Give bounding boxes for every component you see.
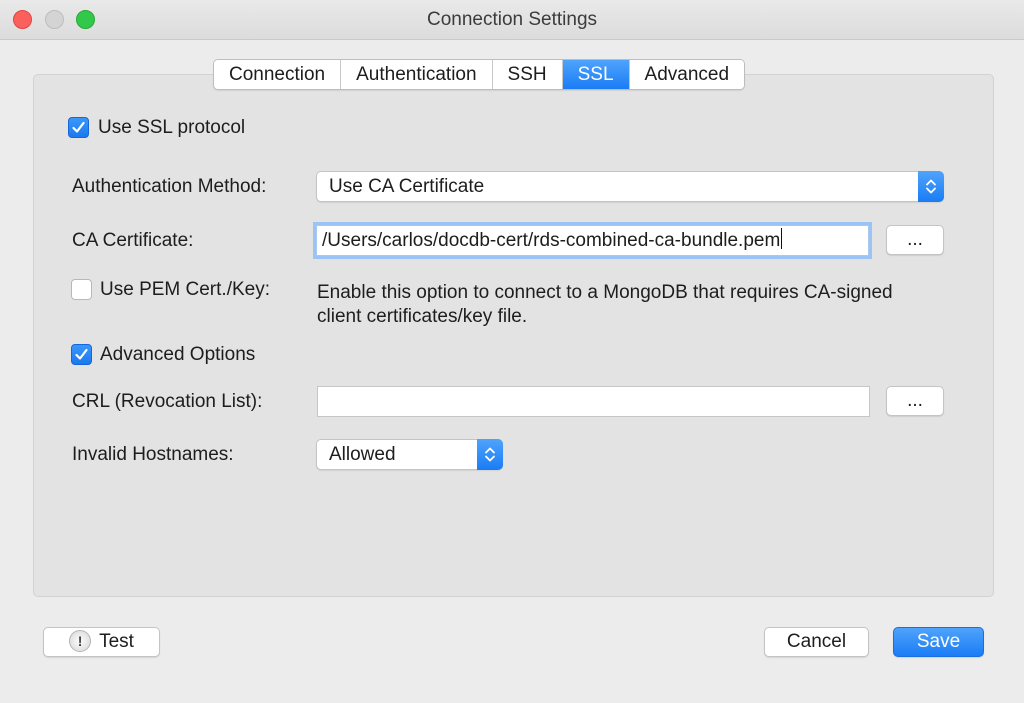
- ssl-panel: [33, 74, 994, 597]
- checkmark-icon: [75, 348, 88, 360]
- auth-method-value: Use CA Certificate: [329, 176, 485, 197]
- advanced-options-checkbox[interactable]: [71, 344, 92, 365]
- tab-advanced[interactable]: Advanced: [629, 60, 745, 89]
- test-button-label: Test: [99, 631, 134, 652]
- window-title: Connection Settings: [426, 9, 598, 30]
- warning-icon: !: [69, 630, 92, 652]
- use-ssl-label[interactable]: Use SSL protocol: [98, 117, 245, 139]
- tab-ssl[interactable]: SSL: [562, 60, 630, 89]
- invalid-hostnames-label: Invalid Hostnames:: [72, 444, 234, 465]
- test-button[interactable]: ! Test: [43, 627, 160, 657]
- auth-method-label: Authentication Method:: [72, 176, 267, 197]
- crl-browse-button[interactable]: ...: [886, 386, 944, 416]
- save-button[interactable]: Save: [893, 627, 984, 657]
- select-arrows-icon: [918, 171, 944, 202]
- crl-label: CRL (Revocation List):: [72, 391, 263, 412]
- use-pem-checkbox[interactable]: [71, 279, 92, 300]
- text-caret: [781, 228, 783, 249]
- invalid-hostnames-select[interactable]: Allowed: [316, 439, 503, 470]
- title-bar[interactable]: Connection Settings: [0, 0, 1024, 40]
- invalid-hostnames-value: Allowed: [329, 444, 396, 465]
- use-ssl-checkbox[interactable]: [68, 117, 89, 138]
- tab-ssh[interactable]: SSH: [492, 60, 563, 89]
- use-pem-description: Enable this option to connect to a Mongo…: [317, 282, 893, 327]
- crl-input[interactable]: [317, 386, 870, 417]
- ca-certificate-input[interactable]: /Users/carlos/docdb-cert/rds-combined-ca…: [316, 225, 869, 256]
- select-arrows-icon: [477, 439, 503, 470]
- use-pem-label[interactable]: Use PEM Cert./Key:: [100, 279, 270, 301]
- connection-settings-window: Connection Settings Connection Authentic…: [0, 0, 1024, 703]
- ca-certificate-label: CA Certificate:: [72, 230, 194, 251]
- tab-bar: Connection Authentication SSH SSL Advanc…: [213, 59, 746, 90]
- auth-method-select[interactable]: Use CA Certificate: [316, 171, 944, 202]
- tab-authentication[interactable]: Authentication: [341, 60, 493, 89]
- ca-certificate-browse-button[interactable]: ...: [886, 225, 944, 255]
- cancel-button[interactable]: Cancel: [764, 627, 869, 657]
- checkmark-icon: [72, 121, 85, 133]
- ca-certificate-value: /Users/carlos/docdb-cert/rds-combined-ca…: [322, 230, 781, 251]
- tab-connection[interactable]: Connection: [214, 60, 342, 89]
- advanced-options-label[interactable]: Advanced Options: [100, 344, 255, 366]
